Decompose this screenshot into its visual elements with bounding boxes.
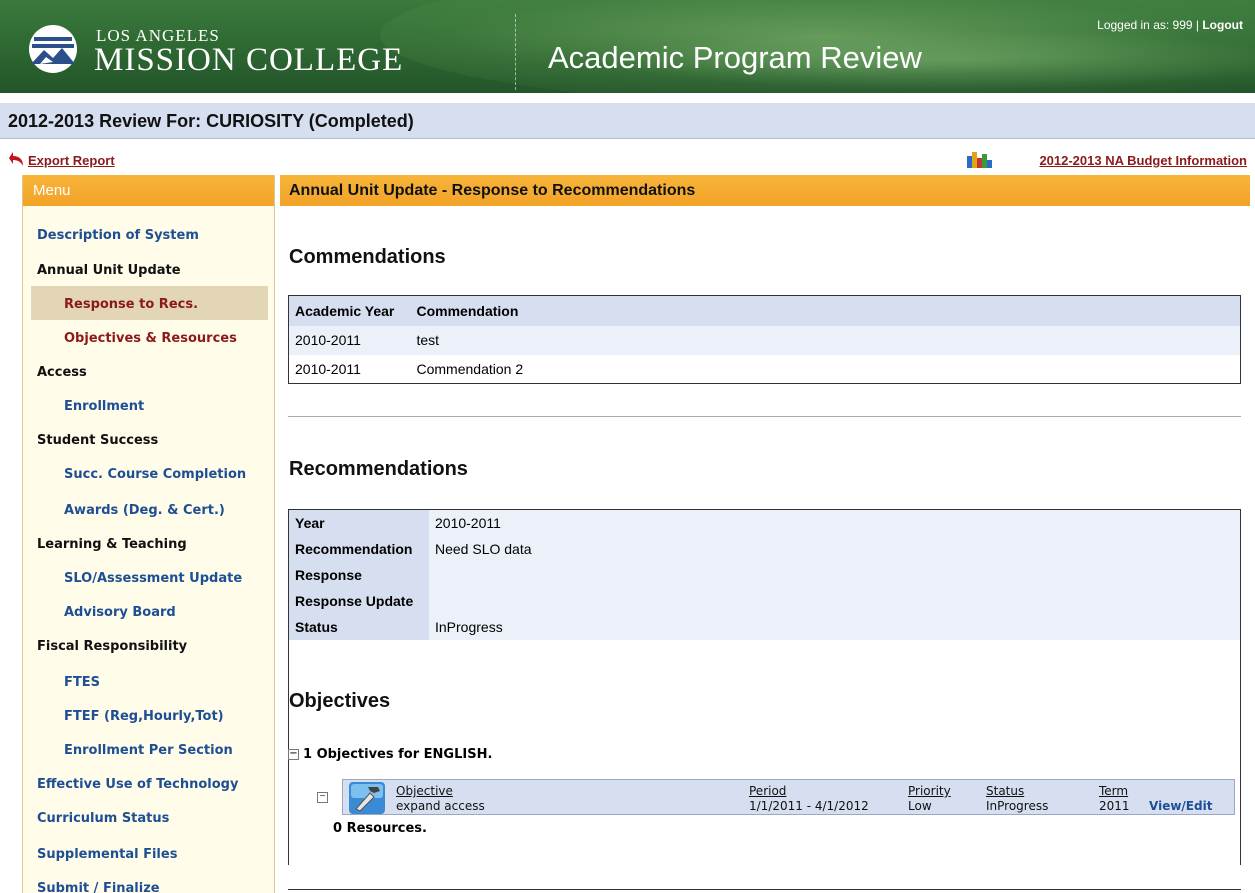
export-report-link[interactable]: Export Report bbox=[28, 153, 115, 168]
sidebar-menu: Menu Description of System Annual Unit Up… bbox=[22, 175, 275, 893]
logged-in-text: Logged in as: 999 | bbox=[1097, 18, 1203, 32]
section-divider bbox=[288, 416, 1241, 417]
sidebar-item-advisory-board[interactable]: Advisory Board bbox=[64, 605, 176, 620]
sidebar-item-curriculum-status[interactable]: Curriculum Status bbox=[37, 811, 169, 826]
column-header-objective[interactable]: Objective bbox=[396, 784, 453, 798]
table-cell: 2010-2011 bbox=[288, 325, 411, 355]
detail-label: Status bbox=[289, 614, 429, 640]
detail-value: 2010-2011 bbox=[429, 510, 1240, 536]
detail-value bbox=[429, 588, 1240, 614]
commendations-table: Academic Year Commendation 2010-2011 tes… bbox=[288, 295, 1241, 384]
sidebar-item-awards-deg-cert[interactable]: Awards (Deg. & Cert.) bbox=[64, 503, 225, 518]
detail-label: Response bbox=[289, 562, 429, 588]
app-header: LOS ANGELES MISSION COLLEGE Academic Pro… bbox=[0, 0, 1255, 93]
sidebar-item-effective-use-of-technology[interactable]: Effective Use of Technology bbox=[37, 777, 238, 792]
table-row: 2010-2011 test bbox=[288, 325, 1241, 355]
collapse-toggle-icon[interactable]: − bbox=[288, 749, 299, 760]
table-cell: 2010-2011 bbox=[295, 360, 361, 377]
objective-description: expand access bbox=[396, 799, 485, 813]
objective-term: 2011 bbox=[1099, 799, 1130, 813]
budget-chart-icon[interactable] bbox=[967, 150, 993, 168]
recommendation-details-table: Year 2010-2011 Recommendation Need SLO d… bbox=[289, 510, 1240, 640]
sidebar-item-submit-finalize[interactable]: Submit / Finalize bbox=[37, 881, 160, 893]
column-header-academic-year: Academic Year bbox=[288, 295, 411, 326]
table-cell: test bbox=[410, 325, 1241, 355]
detail-row-year: Year 2010-2011 bbox=[289, 510, 1240, 536]
column-header-commendation: Commendation bbox=[410, 295, 1241, 326]
resources-count: 0 Resources. bbox=[333, 821, 427, 836]
app-title: Academic Program Review bbox=[548, 40, 922, 75]
menu-section-learning-teaching: Learning & Teaching bbox=[37, 537, 187, 552]
detail-row-recommendation: Recommendation Need SLO data bbox=[289, 536, 1240, 562]
header-divider bbox=[515, 14, 516, 90]
detail-value: Need SLO data bbox=[429, 536, 1240, 562]
recommendations-heading: Recommendations bbox=[289, 458, 468, 480]
objective-period: 1/1/2011 - 4/1/2012 bbox=[749, 799, 869, 813]
objective-priority: Low bbox=[908, 799, 932, 813]
menu-section-student-success: Student Success bbox=[37, 433, 159, 448]
detail-value bbox=[429, 562, 1240, 588]
sidebar-item-succ-course-completion[interactable]: Succ. Course Completion bbox=[64, 467, 246, 482]
sidebar-item-slo-assessment-update[interactable]: SLO/Assessment Update bbox=[64, 571, 242, 586]
sidebar-item-response-to-recs[interactable]: Response to Recs. bbox=[64, 297, 198, 312]
college-name-line2: MISSION COLLEGE bbox=[94, 42, 404, 78]
table-cell: Commendation 2 bbox=[416, 360, 524, 377]
budget-information-link[interactable]: 2012-2013 NA Budget Information bbox=[1039, 153, 1247, 168]
menu-header: Menu bbox=[23, 175, 274, 206]
sidebar-item-ftef-reg-hourly-tot[interactable]: FTEF (Reg,Hourly,Tot) bbox=[64, 709, 224, 724]
review-bar: 2012-2013 Review For: CURIOSITY (Complet… bbox=[0, 103, 1255, 139]
main-panel: Annual Unit Update - Response to Recomme… bbox=[280, 175, 1250, 893]
logout-link[interactable]: Logout bbox=[1202, 18, 1243, 32]
objective-collapse-toggle-icon[interactable]: − bbox=[317, 792, 328, 803]
objective-group-header: −1 Objectives for ENGLISH. bbox=[288, 747, 492, 762]
detail-label: Response Update bbox=[289, 588, 429, 614]
review-title: 2012-2013 Review For: CURIOSITY (Complet… bbox=[8, 111, 414, 131]
detail-row-status: Status InProgress bbox=[289, 614, 1240, 640]
sidebar-item-enrollment[interactable]: Enrollment bbox=[64, 399, 144, 414]
objective-status: InProgress bbox=[986, 799, 1049, 813]
menu-section-fiscal-responsibility: Fiscal Responsibility bbox=[37, 639, 188, 654]
tools-icon bbox=[349, 782, 385, 814]
commendations-heading: Commendations bbox=[289, 246, 446, 268]
menu-section-access: Access bbox=[37, 365, 87, 380]
detail-label: Recommendation bbox=[289, 536, 429, 562]
table-row: 2010-2011 Commendation 2 bbox=[289, 355, 1241, 384]
page-title: Annual Unit Update - Response to Recomme… bbox=[280, 175, 1250, 206]
sidebar-item-enrollment-per-section[interactable]: Enrollment Per Section bbox=[64, 743, 233, 758]
sidebar-item-supplemental-files[interactable]: Supplemental Files bbox=[37, 847, 177, 862]
column-header-status[interactable]: Status bbox=[986, 784, 1024, 798]
objectives-heading: Objectives bbox=[289, 690, 391, 712]
sidebar-item-objectives-resources[interactable]: Objectives & Resources bbox=[64, 331, 237, 346]
login-status: Logged in as: 999 | Logout bbox=[1097, 18, 1243, 32]
detail-row-response-update: Response Update bbox=[289, 588, 1240, 614]
detail-value: InProgress bbox=[429, 614, 1240, 640]
column-header-priority[interactable]: Priority bbox=[908, 784, 951, 798]
objective-group-label: 1 Objectives for ENGLISH. bbox=[303, 747, 493, 762]
export-arrow-icon[interactable] bbox=[8, 150, 26, 168]
college-logo-icon bbox=[29, 25, 77, 73]
menu-section-annual-unit-update: Annual Unit Update bbox=[37, 263, 181, 278]
detail-row-response: Response bbox=[289, 562, 1240, 588]
column-header-term[interactable]: Term bbox=[1099, 784, 1128, 798]
sidebar-item-ftes[interactable]: FTES bbox=[64, 675, 100, 690]
sidebar-item-description-of-system[interactable]: Description of System bbox=[37, 228, 199, 243]
column-header-period[interactable]: Period bbox=[749, 784, 786, 798]
detail-label: Year bbox=[289, 510, 429, 536]
section-divider-bottom bbox=[288, 889, 1241, 890]
view-edit-link[interactable]: View/Edit bbox=[1149, 799, 1212, 813]
